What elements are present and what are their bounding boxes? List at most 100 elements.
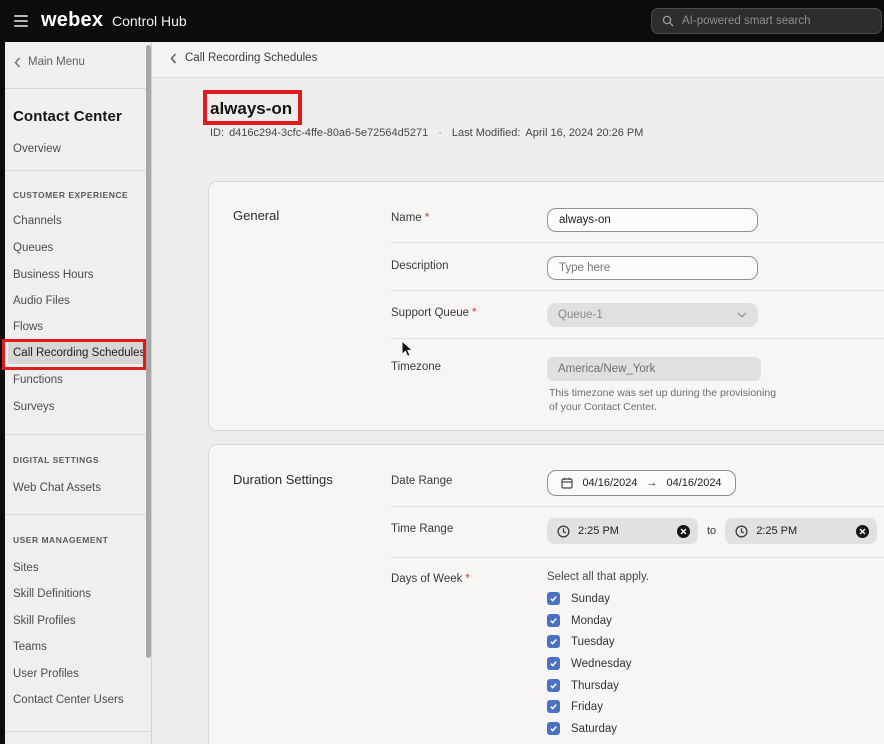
timezone-value: America/New_York [558, 363, 655, 375]
checkbox-friday[interactable] [547, 700, 560, 713]
sidebar-item-skill-profiles[interactable]: Skill Profiles [13, 615, 76, 627]
duration-section-title: Duration Settings [233, 472, 333, 487]
day-label: Monday [571, 615, 612, 627]
sidebar-item-user-profiles[interactable]: User Profiles [13, 668, 79, 680]
sidebar-item-functions[interactable]: Functions [13, 374, 63, 386]
breadcrumb-bar: Call Recording Schedules [152, 42, 884, 78]
date-range-field-label: Date Range [391, 475, 452, 487]
divider [391, 338, 884, 339]
webex-control-hub-screen: webex Control Hub AI-powered smart searc… [0, 0, 884, 744]
day-label: Saturday [571, 723, 617, 735]
checkbox-wednesday[interactable] [547, 657, 560, 670]
date-start-value: 04/16/2024 [582, 477, 637, 489]
main-menu-back-link[interactable]: Main Menu [14, 56, 85, 68]
time-start-value: 2:25 PM [578, 525, 669, 537]
general-section-card: General Name* Description Support Queue*… [208, 181, 884, 431]
days-hint-text: Select all that apply. [547, 571, 649, 583]
sidebar: Main Menu Contact Center Overview CUSTOM… [5, 42, 152, 744]
check-icon [549, 637, 558, 646]
last-modified-label: Last Modified: [452, 127, 520, 139]
sidebar-item-flows[interactable]: Flows [13, 321, 43, 333]
day-checkbox-row: Saturday [547, 722, 617, 735]
sidebar-item-queues[interactable]: Queues [13, 242, 53, 254]
time-start-picker[interactable]: 2:25 PM [547, 518, 698, 544]
description-input[interactable] [547, 256, 758, 280]
checkbox-thursday[interactable] [547, 679, 560, 692]
close-icon [859, 528, 866, 535]
breadcrumb-back-link[interactable]: Call Recording Schedules [170, 52, 317, 64]
day-checkbox-row: Wednesday [547, 657, 632, 670]
meta-separator: · [438, 127, 442, 139]
divider [5, 731, 150, 732]
sidebar-item-skill-definitions[interactable]: Skill Definitions [13, 588, 91, 600]
arrow-right-icon: → [647, 477, 658, 489]
day-label: Thursday [571, 680, 619, 692]
clock-icon [557, 525, 570, 538]
divider [391, 557, 884, 558]
sidebar-item-audio-files[interactable]: Audio Files [13, 295, 70, 307]
webex-logo: webex [41, 9, 103, 32]
topbar: webex Control Hub AI-powered smart searc… [0, 0, 884, 42]
breadcrumb-label: Call Recording Schedules [185, 52, 317, 64]
check-icon [549, 659, 558, 668]
clear-time-start-button[interactable] [677, 525, 690, 538]
sidebar-item-sites[interactable]: Sites [13, 562, 39, 574]
name-input[interactable] [547, 208, 758, 232]
sidebar-item-overview[interactable]: Overview [13, 143, 61, 155]
timezone-input: America/New_York [547, 357, 761, 381]
clear-time-end-button[interactable] [856, 525, 869, 538]
general-section-title: General [233, 208, 279, 223]
day-checkbox-row: Thursday [547, 679, 619, 692]
checkbox-monday[interactable] [547, 614, 560, 627]
day-label: Sunday [571, 593, 610, 605]
divider [5, 88, 150, 89]
required-asterisk: * [465, 573, 469, 585]
check-icon [549, 702, 558, 711]
to-label: to [707, 525, 716, 537]
day-checkbox-row: Sunday [547, 592, 610, 605]
clock-icon [735, 525, 748, 538]
sidebar-item-web-chat-assets[interactable]: Web Chat Assets [13, 482, 101, 494]
sidebar-title: Contact Center [13, 108, 122, 125]
section-heading-digital-settings: DIGITAL SETTINGS [13, 455, 99, 465]
check-icon [549, 616, 558, 625]
check-icon [549, 681, 558, 690]
sidebar-item-business-hours[interactable]: Business Hours [13, 269, 94, 281]
check-icon [549, 594, 558, 603]
sidebar-item-contact-center-users[interactable]: Contact Center Users [13, 694, 124, 706]
record-meta-line: ID: d416c294-3cfc-4ffe-80a6-5e72564d5271… [210, 127, 643, 139]
sidebar-item-surveys[interactable]: Surveys [13, 401, 55, 413]
support-queue-value: Queue-1 [558, 309, 603, 321]
id-value: d416c294-3cfc-4ffe-80a6-5e72564d5271 [229, 127, 428, 139]
day-checkbox-row: Monday [547, 614, 612, 627]
sidebar-scrollbar[interactable] [146, 45, 151, 658]
time-end-value: 2:25 PM [756, 525, 848, 537]
description-field-label: Description [391, 260, 449, 272]
chevron-left-icon [14, 57, 21, 68]
support-queue-select[interactable]: Queue-1 [547, 303, 758, 327]
search-placeholder: AI-powered smart search [682, 15, 810, 27]
last-modified-value: April 16, 2024 20:26 PM [525, 127, 643, 139]
checkbox-saturday[interactable] [547, 722, 560, 735]
checkbox-tuesday[interactable] [547, 635, 560, 648]
check-icon [549, 724, 558, 733]
checkbox-sunday[interactable] [547, 592, 560, 605]
day-checkbox-row: Friday [547, 700, 603, 713]
support-queue-field-label: Support Queue* [391, 307, 477, 319]
time-end-picker[interactable]: 2:25 PM [725, 518, 877, 544]
hamburger-menu-icon[interactable] [14, 15, 28, 27]
calendar-icon [561, 477, 573, 489]
required-asterisk: * [472, 307, 476, 319]
page-title: always-on [210, 99, 292, 119]
day-label: Tuesday [571, 636, 615, 648]
divider [391, 290, 884, 291]
date-range-picker[interactable]: 04/16/2024 → 04/16/2024 [547, 470, 736, 496]
chevron-down-icon [737, 312, 747, 318]
close-icon [680, 528, 687, 535]
sidebar-item-teams[interactable]: Teams [13, 641, 47, 653]
section-heading-customer-experience: CUSTOMER EXPERIENCE [13, 190, 128, 200]
search-input[interactable]: AI-powered smart search [651, 8, 882, 34]
sidebar-item-call-recording-schedules[interactable]: Call Recording Schedules [8, 342, 146, 364]
required-asterisk: * [425, 212, 429, 224]
sidebar-item-channels[interactable]: Channels [13, 215, 62, 227]
